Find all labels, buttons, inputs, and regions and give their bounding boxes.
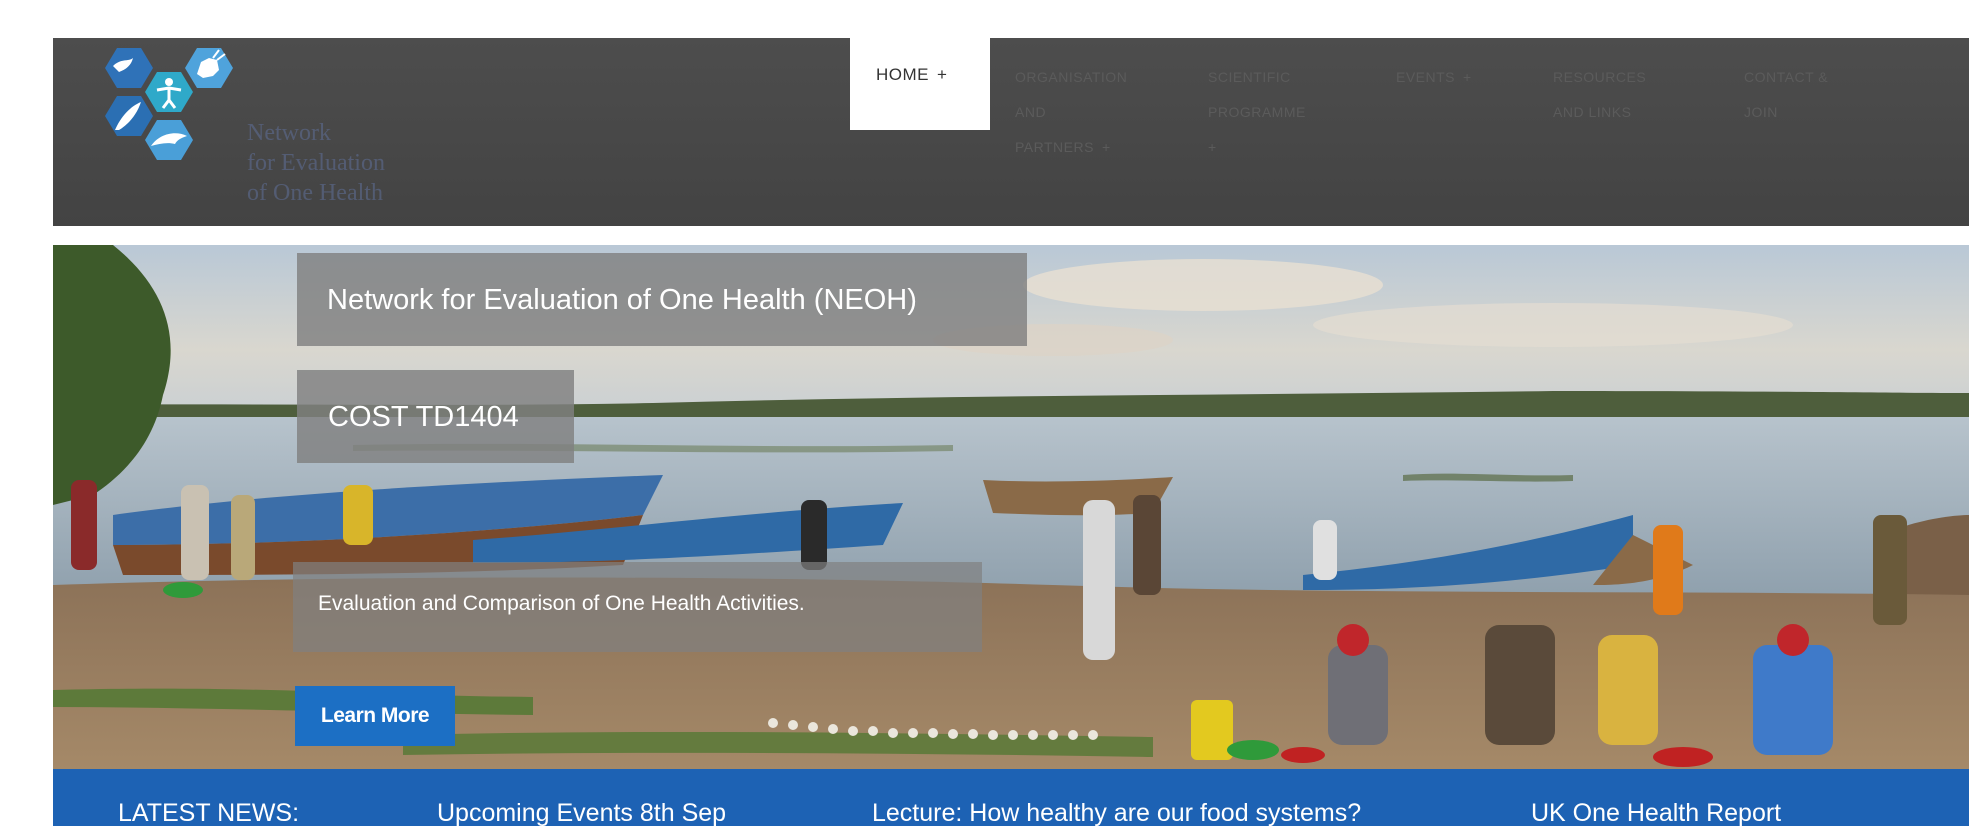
page: Network for Evaluation of One Health HOM…	[0, 0, 1986, 826]
nav-item-label: PROGRAMME	[1208, 104, 1306, 120]
plus-icon: +	[1463, 69, 1472, 85]
logo-text-line: for Evaluation	[247, 150, 385, 176]
nav-item-organisation[interactable]: ORGANISATION AND PARTNERS +	[1015, 60, 1127, 165]
nav-item-label: AND LINKS	[1553, 104, 1632, 120]
logo-text-line: Network	[247, 120, 331, 146]
learn-more-button[interactable]: Learn More	[295, 686, 455, 746]
plus-icon: +	[937, 65, 948, 84]
feather-icon	[105, 96, 153, 136]
latest-news-bar: LATEST NEWS: Upcoming Events 8th Sep Lec…	[53, 769, 1969, 826]
nav-item-programme[interactable]: SCIENTIFIC PROGRAMME +	[1208, 60, 1306, 165]
news-link[interactable]: UK One Health Report	[1531, 799, 1781, 826]
nav-item-label: SCIENTIFIC	[1208, 69, 1291, 85]
hero-title: Network for Evaluation of One Health (NE…	[297, 253, 1027, 346]
goat-icon	[185, 48, 233, 88]
site-logo[interactable]: Network for Evaluation of One Health	[89, 46, 409, 216]
nav-item-label: RESOURCES	[1553, 69, 1647, 85]
nav-item-contact[interactable]: CONTACT & JOIN	[1744, 60, 1828, 130]
news-label: LATEST NEWS:	[118, 799, 300, 826]
nav-item-label: JOIN	[1744, 104, 1778, 120]
nav-item-home[interactable]: HOME +	[850, 37, 990, 130]
logo-text: Network for Evaluation of One Health	[247, 118, 385, 208]
logo-text-line: of One Health	[247, 180, 383, 206]
nav-item-label: AND	[1015, 104, 1047, 120]
nav-item-label: PARTNERS	[1015, 139, 1094, 155]
nav-item-label: HOME	[876, 65, 929, 84]
plus-icon: +	[1101, 139, 1111, 155]
hero-tagline: Evaluation and Comparison of One Health …	[293, 562, 982, 652]
nav-item-label: ORGANISATION	[1015, 69, 1128, 85]
nav-item-resources[interactable]: RESOURCES AND LINKS	[1553, 60, 1646, 130]
nav-item-label: EVENTS	[1396, 69, 1456, 85]
plus-icon: +	[1208, 139, 1217, 155]
hero-banner: Network for Evaluation of One Health (NE…	[53, 245, 1969, 769]
bird-icon	[105, 48, 153, 88]
person-icon	[145, 72, 193, 112]
nav-item-events[interactable]: EVENTS +	[1396, 60, 1472, 95]
nav-item-label: CONTACT &	[1744, 69, 1829, 85]
site-header: Network for Evaluation of One Health HOM…	[53, 37, 1969, 226]
news-link[interactable]: Lecture: How healthy are our food system…	[872, 799, 1361, 826]
dolphin-icon	[145, 120, 193, 160]
hero-code: COST TD1404	[297, 370, 574, 463]
news-link[interactable]: Upcoming Events 8th Sep	[437, 799, 726, 826]
